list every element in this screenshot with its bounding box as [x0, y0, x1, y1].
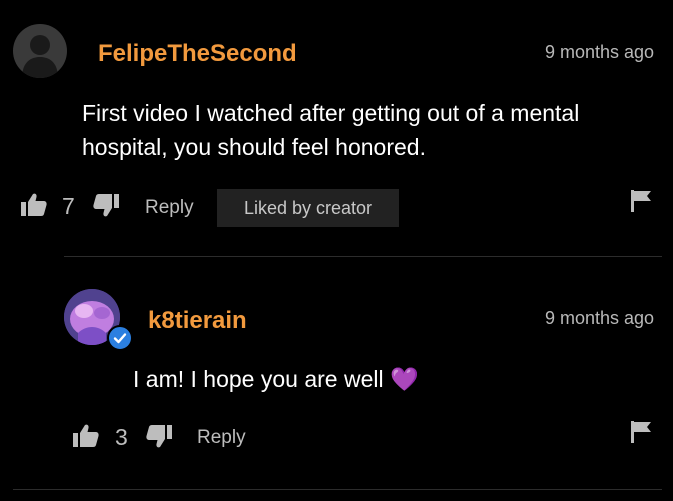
username[interactable]: FelipeTheSecond: [98, 40, 297, 68]
comment-text: First video I watched after getting out …: [82, 96, 579, 164]
verified-check-icon: [107, 325, 133, 351]
reply-button[interactable]: Reply: [197, 427, 246, 449]
reply-button[interactable]: Reply: [145, 197, 194, 219]
default-user-avatar-icon[interactable]: [13, 24, 67, 78]
thumbs-down-icon[interactable]: [146, 424, 172, 448]
divider: [64, 256, 662, 257]
flag-icon[interactable]: [631, 421, 651, 443]
thumbs-down-icon[interactable]: [93, 193, 119, 217]
comment-text: I am! I hope you are well 💜: [133, 362, 419, 397]
like-count: 3: [115, 424, 128, 450]
thumbs-up-icon[interactable]: [73, 424, 99, 448]
timestamp: 9 months ago: [545, 42, 655, 62]
flag-icon[interactable]: [631, 190, 651, 212]
username[interactable]: k8tierain: [148, 307, 247, 335]
timestamp: 9 months ago: [545, 308, 655, 328]
purple-heart-emoji: 💜: [389, 367, 419, 393]
liked-by-creator-badge: Liked by creator: [217, 189, 399, 227]
comment-text-line: hospital, you should feel honored.: [82, 134, 426, 160]
like-count: 7: [62, 193, 75, 219]
divider: [13, 489, 662, 490]
thumbs-up-icon[interactable]: [21, 193, 47, 217]
comment-text-content: I am! I hope you are well: [133, 366, 384, 392]
comment-text-line: First video I watched after getting out …: [82, 100, 580, 126]
